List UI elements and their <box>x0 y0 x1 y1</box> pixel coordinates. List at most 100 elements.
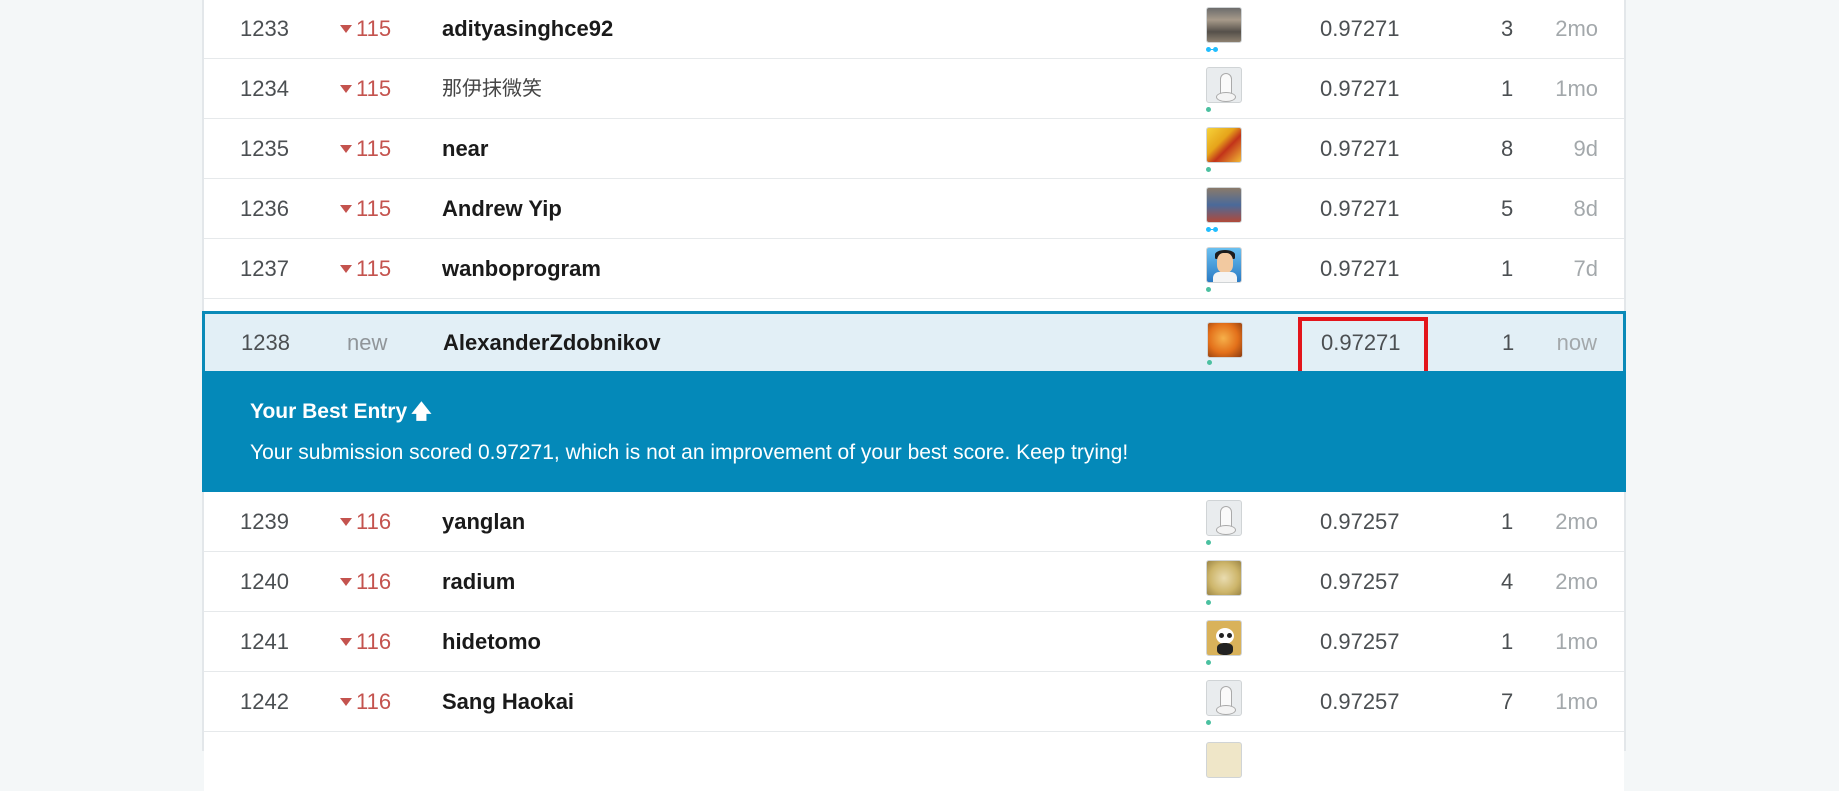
rank-change: 115 <box>340 239 391 298</box>
leaderboard-row[interactable]: 1237 115 wanboprogram 0.97271 1 7d <box>204 239 1624 299</box>
down-arrow-icon <box>340 205 352 213</box>
rank: 1233 <box>240 16 289 41</box>
team-name-link[interactable]: wanboprogram <box>442 239 601 298</box>
avatar[interactable] <box>1206 67 1242 103</box>
tier-icon <box>1206 600 1211 605</box>
entries: 1 <box>1501 509 1514 534</box>
tier-icon <box>1206 167 1211 172</box>
avatar[interactable] <box>1206 620 1242 656</box>
down-arrow-icon <box>340 265 352 273</box>
tier-icon <box>1206 540 1211 545</box>
avatar[interactable] <box>1206 127 1242 163</box>
down-arrow-icon <box>340 638 352 646</box>
team-members <box>1204 672 1244 731</box>
team-members <box>1204 552 1244 611</box>
team-name-link[interactable]: yanglan <box>442 492 525 551</box>
leaderboard-row[interactable]: 1241 116 hidetomo 0.97257 1 1mo <box>204 612 1624 672</box>
team-members <box>1205 314 1245 371</box>
best-entry-message: Your submission scored 0.97271, which is… <box>250 441 1129 464</box>
score-highlight-box <box>1298 317 1428 375</box>
last-submission: 1mo <box>1555 689 1598 714</box>
last-submission: 8d <box>1573 196 1598 221</box>
leaderboard-row[interactable]: 1233 115 adityasinghce92 0.97271 3 2mo <box>204 0 1624 59</box>
leaderboard-row[interactable]: 1242 116 Sang Haokai 0.97257 7 1mo <box>204 672 1624 732</box>
score: 0.97257 <box>1320 509 1400 534</box>
tier-icon <box>1206 227 1218 232</box>
leaderboard-row[interactable]: 1239 116 yanglan 0.97257 1 2mo <box>204 492 1624 552</box>
avatar[interactable] <box>1206 680 1242 716</box>
score: 0.97271 <box>1320 76 1400 101</box>
leaderboard-row[interactable] <box>204 732 1624 791</box>
leaderboard-row[interactable]: 1236 115 Andrew Yip 0.97271 5 8d <box>204 179 1624 239</box>
rank-change: 115 <box>340 179 391 238</box>
avatar[interactable] <box>1206 7 1242 43</box>
score: 0.97271 <box>1320 196 1400 221</box>
score: 0.97271 <box>1320 136 1400 161</box>
team-name-link[interactable]: 那伊抹微笑 <box>442 59 542 118</box>
rank: 1239 <box>240 509 289 534</box>
tier-icon <box>1206 47 1218 52</box>
rank-change: 115 <box>340 0 391 58</box>
team-members <box>1204 492 1244 551</box>
tier-icon <box>1206 660 1211 665</box>
entries: 1 <box>1502 330 1515 355</box>
last-submission: now <box>1556 330 1597 355</box>
avatar[interactable] <box>1206 187 1242 223</box>
entries: 1 <box>1501 629 1514 654</box>
leaderboard-row[interactable]: 1234 115 那伊抹微笑 0.97271 1 1mo <box>204 59 1624 119</box>
team-members <box>1204 612 1244 671</box>
rank-change: new <box>347 330 388 355</box>
rank-change: 115 <box>340 59 391 118</box>
rank-change: 116 <box>340 492 391 551</box>
team-name-link[interactable]: radium <box>442 552 515 611</box>
tier-icon <box>1207 360 1212 365</box>
score: 0.97257 <box>1320 569 1400 594</box>
last-submission: 1mo <box>1555 629 1598 654</box>
avatar[interactable] <box>1206 500 1242 536</box>
avatar[interactable] <box>1206 247 1242 283</box>
avatar[interactable] <box>1206 742 1242 778</box>
tier-icon <box>1206 720 1211 725</box>
down-arrow-icon <box>340 518 352 526</box>
score: 0.97271 <box>1320 256 1400 281</box>
entries: 5 <box>1501 196 1514 221</box>
team-name-link[interactable]: Andrew Yip <box>442 179 562 238</box>
my-leaderboard-row[interactable]: 1238 new AlexanderZdobnikov 0.97271 1 no… <box>202 311 1626 375</box>
entries: 8 <box>1501 136 1514 161</box>
team-name-link[interactable]: AlexanderZdobnikov <box>443 314 661 371</box>
tier-icon <box>1206 287 1211 292</box>
team-name-link[interactable]: adityasinghce92 <box>442 0 613 58</box>
rank-change: 116 <box>340 612 391 671</box>
rank-change: 115 <box>340 119 391 178</box>
rank: 1236 <box>240 196 289 221</box>
score: 0.97257 <box>1320 629 1400 654</box>
down-arrow-icon <box>340 25 352 33</box>
rank: 1238 <box>241 330 290 355</box>
entries: 1 <box>1501 76 1514 101</box>
avatar[interactable] <box>1206 560 1242 596</box>
team-name-link[interactable]: hidetomo <box>442 612 541 671</box>
best-entry-title: Your Best Entry 🡅 <box>250 397 432 431</box>
down-arrow-icon <box>340 145 352 153</box>
entries: 7 <box>1501 689 1514 714</box>
last-submission: 9d <box>1573 136 1598 161</box>
down-arrow-icon <box>340 578 352 586</box>
team-name-link[interactable]: near <box>442 119 488 178</box>
rank: 1235 <box>240 136 289 161</box>
avatar[interactable] <box>1207 322 1243 358</box>
team-members <box>1204 119 1244 178</box>
tier-icon <box>1206 107 1211 112</box>
best-entry-banner: Your Best Entry 🡅 Your submission scored … <box>202 371 1626 492</box>
last-submission: 2mo <box>1555 569 1598 594</box>
down-arrow-icon <box>340 85 352 93</box>
leaderboard-row[interactable]: 1235 115 near 0.97271 8 9d <box>204 119 1624 179</box>
leaderboard-row[interactable]: 1240 116 radium 0.97257 4 2mo <box>204 552 1624 612</box>
down-arrow-icon <box>340 698 352 706</box>
rank: 1234 <box>240 76 289 101</box>
rank-change: 116 <box>340 672 391 731</box>
team-members <box>1204 239 1244 298</box>
rank: 1240 <box>240 569 289 594</box>
entries: 1 <box>1501 256 1514 281</box>
team-members <box>1204 179 1244 238</box>
team-name-link[interactable]: Sang Haokai <box>442 672 574 731</box>
